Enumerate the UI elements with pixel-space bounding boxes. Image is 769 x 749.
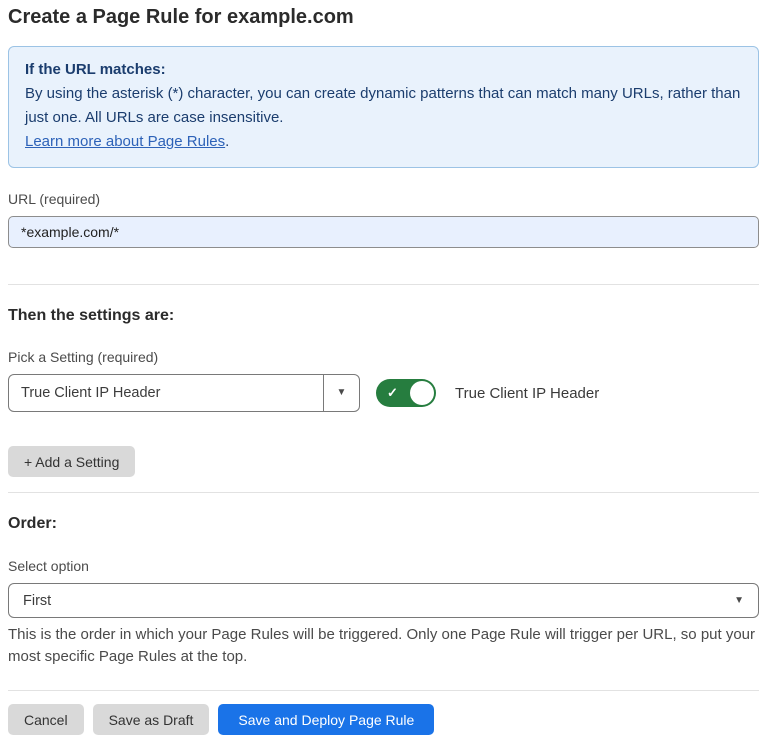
toggle-knob: [410, 381, 434, 405]
save-and-deploy-button[interactable]: Save and Deploy Page Rule: [218, 704, 434, 735]
footer-actions: Cancel Save as Draft Save and Deploy Pag…: [8, 704, 759, 735]
order-help-text: This is the order in which your Page Rul…: [8, 624, 759, 668]
order-select-label: Select option: [8, 558, 759, 574]
learn-more-link[interactable]: Learn more about Page Rules: [25, 133, 225, 150]
setting-toggle[interactable]: ✓: [376, 379, 436, 407]
section-divider: [8, 284, 759, 285]
url-input[interactable]: [8, 216, 759, 248]
pick-setting-label: Pick a Setting (required): [8, 349, 759, 365]
add-setting-button[interactable]: + Add a Setting: [8, 446, 135, 477]
order-select-value: First: [23, 593, 51, 609]
save-as-draft-button[interactable]: Save as Draft: [93, 704, 210, 735]
link-period: .: [225, 133, 229, 150]
url-match-info-box: If the URL matches: By using the asteris…: [8, 46, 759, 168]
footer-divider: [8, 690, 759, 691]
check-icon: ✓: [387, 385, 398, 401]
info-box-heading: If the URL matches:: [25, 58, 742, 82]
section-divider: [8, 492, 759, 493]
info-box-link-row: Learn more about Page Rules.: [25, 130, 742, 154]
chevron-down-icon: ▼: [337, 388, 347, 398]
url-label: URL (required): [8, 191, 759, 207]
cancel-button[interactable]: Cancel: [8, 704, 84, 735]
order-select[interactable]: First ▼: [8, 583, 759, 618]
setting-select-value: True Client IP Header: [9, 385, 160, 401]
order-section-heading: Order:: [8, 515, 759, 533]
info-box-body: By using the asterisk (*) character, you…: [25, 82, 742, 130]
setting-select[interactable]: True Client IP Header ▼: [8, 374, 360, 412]
toggle-label: True Client IP Header: [455, 385, 599, 402]
settings-section-heading: Then the settings are:: [8, 307, 759, 325]
setting-row: True Client IP Header ▼ ✓ True Client IP…: [8, 374, 759, 412]
create-page-rule-form: Create a Page Rule for example.com If th…: [0, 0, 769, 749]
page-title: Create a Page Rule for example.com: [8, 6, 759, 29]
setting-select-arrow-button[interactable]: ▼: [323, 375, 359, 411]
chevron-down-icon: ▼: [734, 596, 744, 606]
